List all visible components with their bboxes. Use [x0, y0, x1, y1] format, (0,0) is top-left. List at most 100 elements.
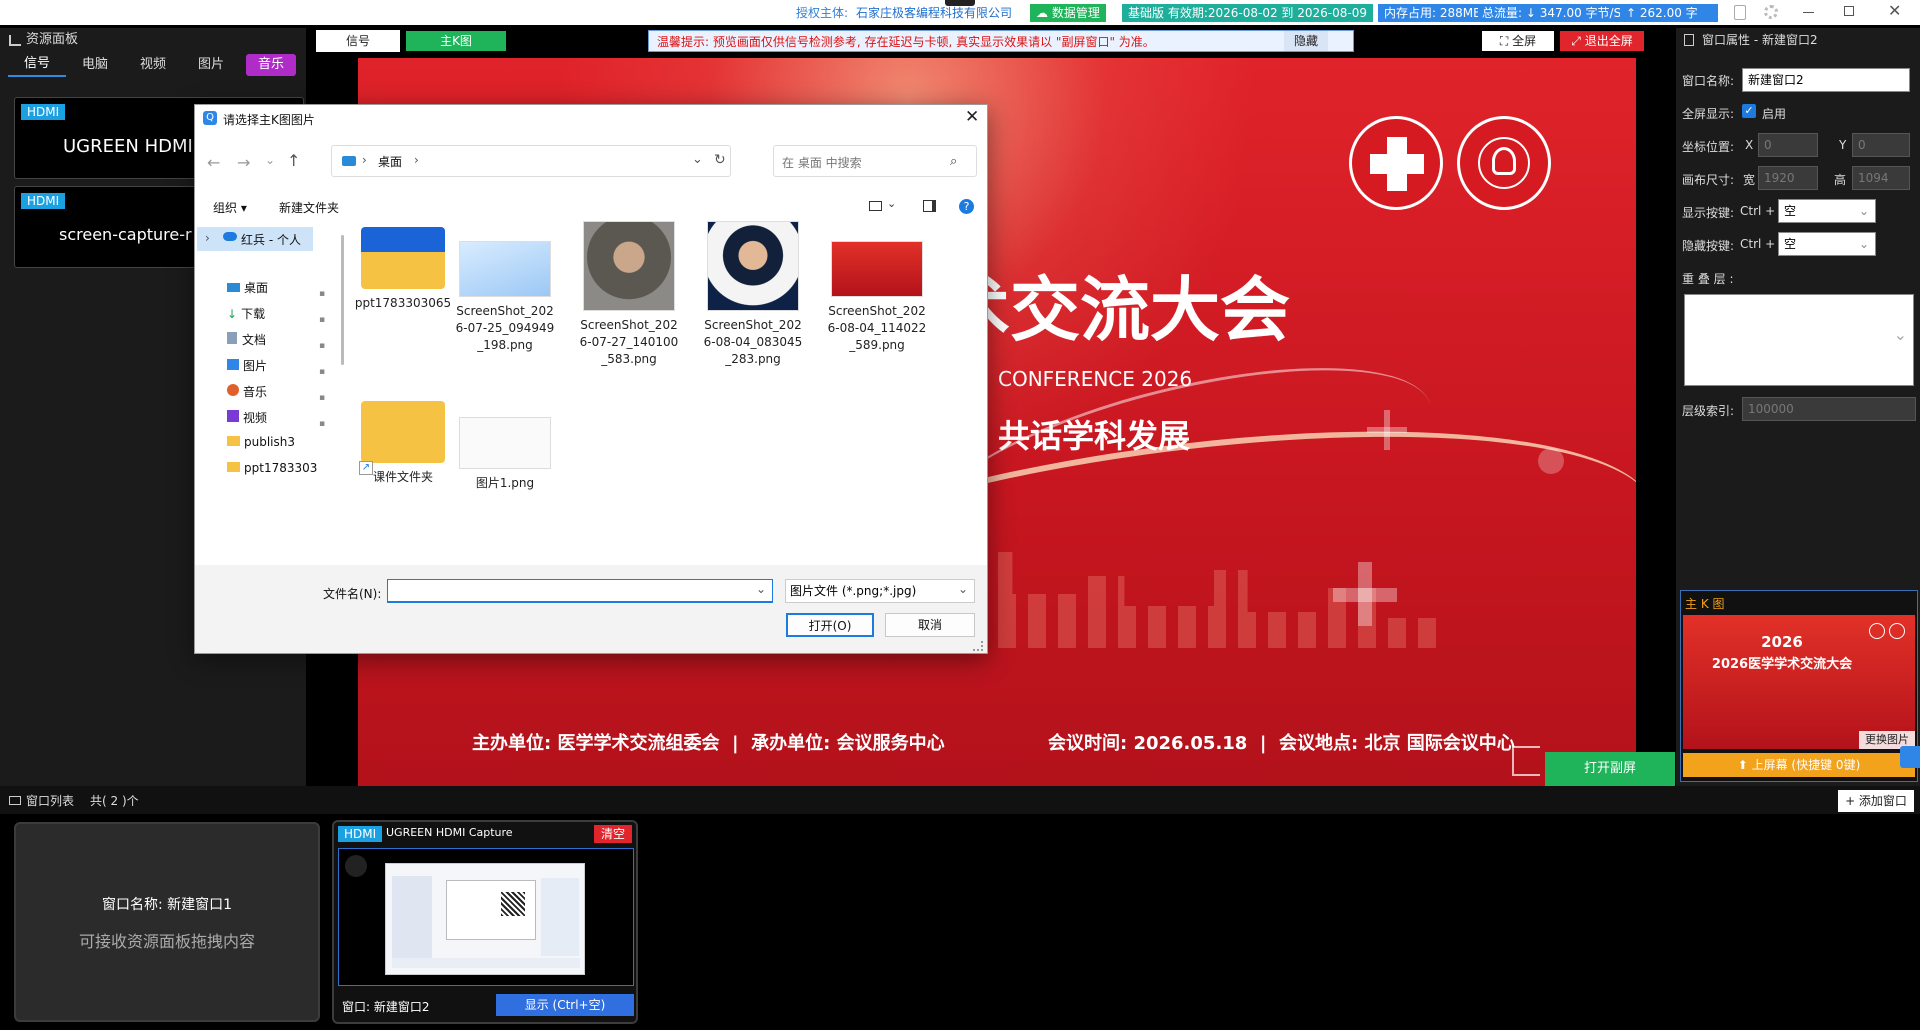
- search-input[interactable]: 在 桌面 中搜索 ⌕: [773, 145, 977, 177]
- tab-video[interactable]: 视频: [124, 54, 182, 76]
- nav-downloads[interactable]: ↓ 下载: [227, 305, 265, 322]
- chevron-down-icon[interactable]: ⌄: [692, 152, 703, 167]
- x-field[interactable]: 0: [1758, 133, 1818, 157]
- nav-folder[interactable]: publish3: [227, 435, 295, 449]
- open-secondary-screen-button[interactable]: 打开副屏: [1545, 752, 1675, 786]
- tab-signal-preview[interactable]: 信号: [316, 30, 400, 52]
- data-management-label: 数据管理: [1051, 6, 1100, 20]
- tab-signal[interactable]: 信号: [8, 53, 66, 77]
- open-button[interactable]: 打开(O): [786, 613, 874, 637]
- tab-music[interactable]: 音乐: [246, 54, 296, 76]
- nav-onedrive[interactable]: › 红兵 - 个人: [197, 227, 313, 251]
- preview-pane-icon[interactable]: [923, 200, 936, 212]
- forward-icon[interactable]: →: [237, 153, 250, 172]
- show-window-button[interactable]: 显示 (Ctrl+空): [496, 994, 634, 1016]
- upscreen-button[interactable]: ⬆ 上屏幕 (快捷键 0键): [1683, 753, 1915, 777]
- hdmi-badge: HDMI: [21, 104, 66, 120]
- nav-folder[interactable]: ppt178330306: [227, 461, 317, 475]
- file-name: ScreenShot_2026-08-04_114022_589.png: [827, 304, 927, 352]
- help-icon[interactable]: ?: [959, 199, 974, 214]
- filename-input[interactable]: ⌄: [387, 579, 773, 603]
- footer-organizers: 主办单位: 医学学术交流组委会 | 承办单位: 会议服务中心: [472, 733, 945, 754]
- add-window-button[interactable]: + 添加窗口: [1838, 790, 1914, 812]
- up-icon[interactable]: ↑: [287, 151, 300, 170]
- main-kv-thumbnail[interactable]: 2026 2026医学学术交流大会 更换图片: [1683, 615, 1915, 749]
- show-key-select[interactable]: 空 ⌄: [1778, 199, 1876, 223]
- dialog-title: 请选择主K图图片: [223, 113, 315, 127]
- nav-pictures[interactable]: 图片: [227, 357, 267, 374]
- nav-music[interactable]: 音乐: [227, 383, 267, 400]
- chevron-down-icon[interactable]: ⌄: [265, 153, 275, 167]
- resize-grip-icon[interactable]: [973, 641, 983, 651]
- refresh-icon[interactable]: ↻: [714, 152, 726, 168]
- close-icon[interactable]: ✕: [1888, 1, 1901, 20]
- file-item[interactable]: ScreenShot_2026-07-27_140100_583.png: [569, 221, 689, 368]
- video-icon: [227, 410, 239, 422]
- back-icon[interactable]: ←: [207, 153, 220, 172]
- clipboard-icon[interactable]: [1734, 5, 1746, 20]
- clear-button[interactable]: 清空: [594, 825, 632, 843]
- window-card-2[interactable]: HDMI UGREEN HDMI Capture 清空 窗口: 新建窗口2 显示…: [332, 820, 638, 1024]
- hide-key-select[interactable]: 空 ⌄: [1778, 232, 1876, 256]
- exit-fullscreen-button[interactable]: ⤢ 退出全屏: [1560, 31, 1644, 51]
- cancel-button[interactable]: 取消: [885, 613, 975, 637]
- new-folder-button[interactable]: 新建文件夹: [279, 199, 339, 216]
- file-name: ScreenShot_2026-07-27_140100_583.png: [579, 318, 679, 366]
- fullscreen-checkbox[interactable]: ✓: [1742, 104, 1756, 118]
- fullscreen-label: 全屏显示:: [1682, 107, 1735, 121]
- layer-index-field[interactable]: 100000: [1742, 397, 1916, 421]
- data-management-button[interactable]: ☁ 数据管理: [1030, 4, 1106, 22]
- nav-music-label: 音乐: [243, 385, 268, 399]
- view-mode-icon[interactable]: [869, 201, 882, 211]
- source-name: UGREEN HDMI C: [63, 136, 212, 157]
- window2-name: 窗口: 新建窗口2: [342, 1000, 430, 1014]
- download-icon: ↓: [227, 307, 238, 321]
- nav-documents[interactable]: 文档: [227, 331, 266, 348]
- filetype-select[interactable]: 图片文件 (*.png;*.jpg) ⌄: [785, 579, 975, 603]
- height-field[interactable]: 1094: [1852, 166, 1910, 190]
- avatar: [345, 855, 367, 877]
- close-icon[interactable]: ✕: [965, 107, 979, 127]
- width-field[interactable]: 1920: [1758, 166, 1818, 190]
- cloud-icon: ☁: [1036, 6, 1048, 20]
- file-item[interactable]: ScreenShot_2026-08-04_083045_283.png: [693, 221, 813, 368]
- chevron-down-icon[interactable]: ⌄: [887, 197, 896, 210]
- file-item[interactable]: 图片1.png: [445, 395, 565, 492]
- music-icon: [227, 384, 239, 396]
- partial-stamp: [1512, 746, 1540, 776]
- window-list-icon: [9, 796, 21, 805]
- filename-value: [388, 584, 392, 598]
- y-field[interactable]: 0: [1852, 133, 1910, 157]
- file-item[interactable]: ScreenShot_2026-08-04_114022_589.png: [817, 221, 937, 354]
- show-key-modifier: Ctrl +: [1740, 204, 1776, 218]
- nav-videos[interactable]: 视频: [227, 409, 267, 426]
- overlay-list[interactable]: ⌄: [1684, 294, 1914, 386]
- window-name-field[interactable]: 新建窗口2: [1742, 68, 1910, 92]
- gear-icon[interactable]: [1764, 5, 1778, 19]
- breadcrumb[interactable]: 桌面: [378, 153, 402, 170]
- fullscreen-button[interactable]: ⛶ 全屏: [1482, 31, 1554, 51]
- nav-desktop[interactable]: 桌面: [227, 279, 268, 296]
- red-cross-logo: [1349, 116, 1443, 210]
- side-handle-icon[interactable]: [1900, 746, 1920, 768]
- hide-notice-button[interactable]: 隐藏: [1284, 31, 1328, 51]
- main-kv-label: 主 K 图: [1685, 597, 1725, 611]
- minimize-icon[interactable]: [1803, 12, 1814, 13]
- tab-image[interactable]: 图片: [182, 54, 240, 76]
- window-card-1[interactable]: 窗口名称: 新建窗口1 可接收资源面板拖拽内容: [14, 822, 320, 1022]
- file-item[interactable]: ScreenShot_2026-07-25_094949_198.png: [445, 221, 565, 354]
- organize-menu[interactable]: 组织 ▾: [213, 199, 247, 216]
- tab-computer[interactable]: 电脑: [66, 54, 124, 76]
- restore-icon[interactable]: [1844, 6, 1854, 16]
- address-bar[interactable]: › 桌面 › ⌄ ↻: [331, 145, 731, 177]
- overlay-label: 重 叠 层 :: [1682, 272, 1734, 286]
- dialog-titlebar[interactable]: Q 请选择主K图图片 ✕: [195, 105, 987, 133]
- expand-icon: ⛶: [1499, 34, 1509, 48]
- nav-onedrive-label: 红兵 - 个人: [241, 233, 301, 247]
- traffic-up: ↑ 262.00 字: [1620, 4, 1718, 22]
- tab-main-kv[interactable]: 主K图: [406, 31, 506, 51]
- cross-decoration: [1333, 588, 1397, 602]
- window-list-title: 窗口列表: [26, 794, 75, 808]
- thumb-logo: [1869, 623, 1885, 639]
- resource-tabs: 信号 电脑 视频 图片 音乐: [0, 52, 306, 78]
